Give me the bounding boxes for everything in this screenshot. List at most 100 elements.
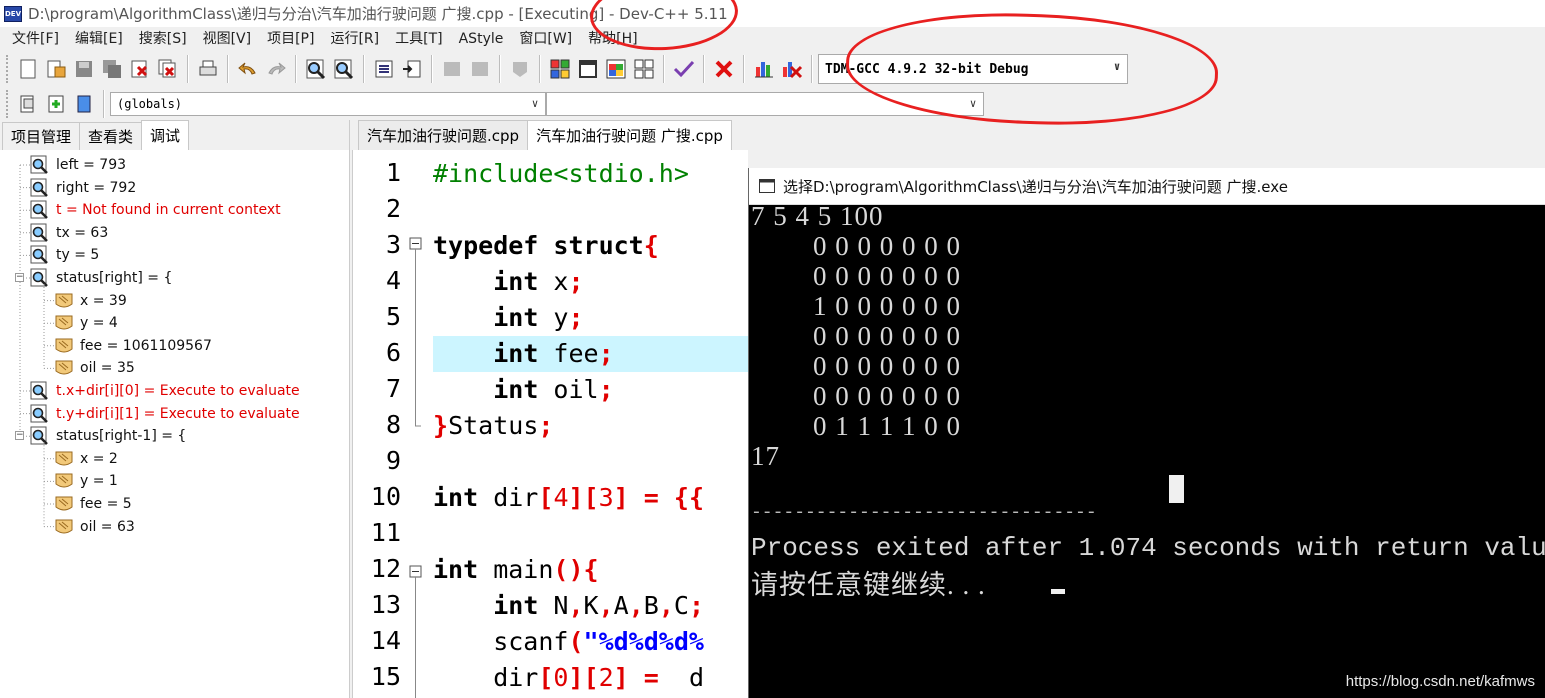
insert-button[interactable] xyxy=(15,91,41,117)
console-output-line: 1 0 0 0 0 0 0 xyxy=(751,291,961,321)
watch-text: fee = 1061109567 xyxy=(80,337,212,354)
tab-file-cpp[interactable]: 汽车加油行驶问题.cpp xyxy=(358,120,529,150)
menu-view[interactable]: 视图[V] xyxy=(195,27,260,51)
compile-button[interactable] xyxy=(547,56,573,82)
menu-project[interactable]: 项目[P] xyxy=(259,27,322,51)
scope-select-value: (globals) xyxy=(117,96,183,111)
watch-field-row[interactable]: y = 1 xyxy=(54,470,118,492)
collapse-toggle-icon[interactable]: − xyxy=(15,273,24,282)
profile-button[interactable] xyxy=(751,56,777,82)
watch-field-row[interactable]: fee = 5 xyxy=(54,493,132,515)
goto-function-icon xyxy=(403,60,421,78)
watch-text: t = Not found in current context xyxy=(56,202,281,219)
print-button[interactable] xyxy=(195,56,221,82)
close-file-button[interactable] xyxy=(127,56,153,82)
console-title-bar: 选择D:\program\AlgorithmClass\递归与分治\汽车加油行驶… xyxy=(749,168,1545,205)
tab-file-bfs-cpp[interactable]: 汽车加油行驶问题 广搜.cpp xyxy=(527,120,732,150)
close-all-button[interactable] xyxy=(155,56,181,82)
watch-field-row[interactable]: oil = 63 xyxy=(54,516,135,538)
goto-line-icon xyxy=(375,60,393,78)
toolbar-grip[interactable] xyxy=(6,55,10,83)
redo-button[interactable] xyxy=(263,56,289,82)
new-file-button[interactable] xyxy=(15,56,41,82)
watch-field-row[interactable]: y = 4 xyxy=(54,312,118,334)
menu-astyle[interactable]: AStyle xyxy=(451,27,512,51)
toolbar-grip[interactable] xyxy=(6,89,10,118)
stop-x-icon xyxy=(715,60,733,78)
replace-icon xyxy=(334,59,354,80)
menu-bar: 文件[F] 编辑[E] 搜索[S] 视图[V] 项目[P] 运行[R] 工具[T… xyxy=(0,27,1545,51)
line-number: 15 xyxy=(370,662,401,691)
tab-debug[interactable]: 调试 xyxy=(141,120,190,150)
code-line-7: int oil; xyxy=(493,375,614,404)
undo-button[interactable] xyxy=(235,56,261,82)
toggle-bookmark-button[interactable] xyxy=(43,91,69,117)
watch-field-row[interactable]: fee = 1061109567 xyxy=(54,335,212,357)
close-file-icon xyxy=(131,60,148,78)
unindent-button[interactable] xyxy=(467,56,493,82)
watch-row[interactable]: t.y+dir[i][1] = Execute to evaluate xyxy=(30,403,300,425)
menu-window[interactable]: 窗口[W] xyxy=(511,27,580,51)
syntax-check-button[interactable] xyxy=(671,56,697,82)
save-all-icon xyxy=(103,60,121,78)
watch-field-row[interactable]: x = 2 xyxy=(54,448,118,470)
toolbar-separator xyxy=(663,55,665,83)
title-bar: DEV D:\program\AlgorithmClass\递归与分治\汽车加油… xyxy=(0,0,1545,27)
watch-row[interactable]: t.x+dir[i][0] = Execute to evaluate xyxy=(30,380,300,402)
line-number: 2 xyxy=(385,194,401,223)
menu-tools[interactable]: 工具[T] xyxy=(387,27,450,51)
main-toolbar: TDM-GCC 4.9.2 32-bit Debug ∨ xyxy=(0,51,1545,87)
line-number: 8 xyxy=(385,410,401,439)
bookmark-icon xyxy=(77,95,91,112)
new-file-icon xyxy=(20,59,36,79)
scope-select[interactable]: (globals) ∨ xyxy=(110,91,546,116)
watch-field-row[interactable]: oil = 35 xyxy=(54,357,135,379)
toggle-comment-button[interactable] xyxy=(507,56,533,82)
chevron-down-icon: ∨ xyxy=(531,97,539,110)
find-button[interactable] xyxy=(303,56,329,82)
console-output-line: 7 5 4 5 100 xyxy=(751,201,884,231)
code-line-14: scanf("%d%d%d% xyxy=(433,627,704,656)
goto-line-button[interactable] xyxy=(371,56,397,82)
line-number: 12 xyxy=(370,554,401,583)
goto-bookmark-button[interactable] xyxy=(71,91,97,117)
compile-run-icon xyxy=(606,59,626,79)
toolbar-separator xyxy=(103,89,105,118)
replace-button[interactable] xyxy=(331,56,357,82)
menu-file[interactable]: 文件[F] xyxy=(4,27,67,51)
menu-run[interactable]: 运行[R] xyxy=(322,27,387,51)
watch-text: x = 39 xyxy=(80,292,127,309)
compile-run-button[interactable] xyxy=(603,56,629,82)
watch-field-row[interactable]: x = 39 xyxy=(54,290,127,312)
rebuild-all-button[interactable] xyxy=(631,56,657,82)
console-window[interactable]: 选择D:\program\AlgorithmClass\递归与分治\汽车加油行驶… xyxy=(748,168,1545,698)
collapse-toggle-icon[interactable]: − xyxy=(15,431,24,441)
code-line-3: typedef struct{ xyxy=(433,231,659,260)
unindent-icon xyxy=(472,62,488,76)
tab-project-manager[interactable]: 项目管理 xyxy=(2,122,81,150)
console-output-line: 0 0 0 0 0 0 0 xyxy=(751,321,961,351)
delete-profile-button[interactable] xyxy=(779,56,805,82)
save-all-button[interactable] xyxy=(99,56,125,82)
editor-tabs: 汽车加油行驶问题.cpp 汽车加油行驶问题 广搜.cpp xyxy=(352,120,1545,150)
compile-grid-icon xyxy=(550,59,570,79)
indent-button[interactable] xyxy=(439,56,465,82)
run-button[interactable] xyxy=(575,56,601,82)
tab-class-browser[interactable]: 查看类 xyxy=(79,122,143,150)
console-output-line: 0 0 0 0 0 0 0 xyxy=(751,351,961,381)
watch-text: ty = 5 xyxy=(56,247,100,264)
console-output-line: 17 xyxy=(751,441,780,471)
menu-search[interactable]: 搜索[S] xyxy=(131,27,195,51)
console-cursor-block xyxy=(1169,475,1184,503)
menu-edit[interactable]: 编辑[E] xyxy=(67,27,131,51)
watch-text: right = 792 xyxy=(56,179,137,196)
goto-function-button[interactable] xyxy=(399,56,425,82)
line-number: 14 xyxy=(370,626,401,655)
watch-text: x = 2 xyxy=(80,450,118,467)
save-button[interactable] xyxy=(71,56,97,82)
stop-execution-button[interactable] xyxy=(711,56,737,82)
watch-row[interactable]: t = Not found in current context xyxy=(30,199,281,221)
code-editor[interactable]: 1 2 3 4 5 6 7 8 9 10 11 12 13 14 15 #include<stdio.h> … xyxy=(352,150,748,698)
open-file-button[interactable] xyxy=(43,56,69,82)
left-panel: 项目管理 查看类 调试 left = 793 right = 792 t = Not… xyxy=(0,120,350,698)
